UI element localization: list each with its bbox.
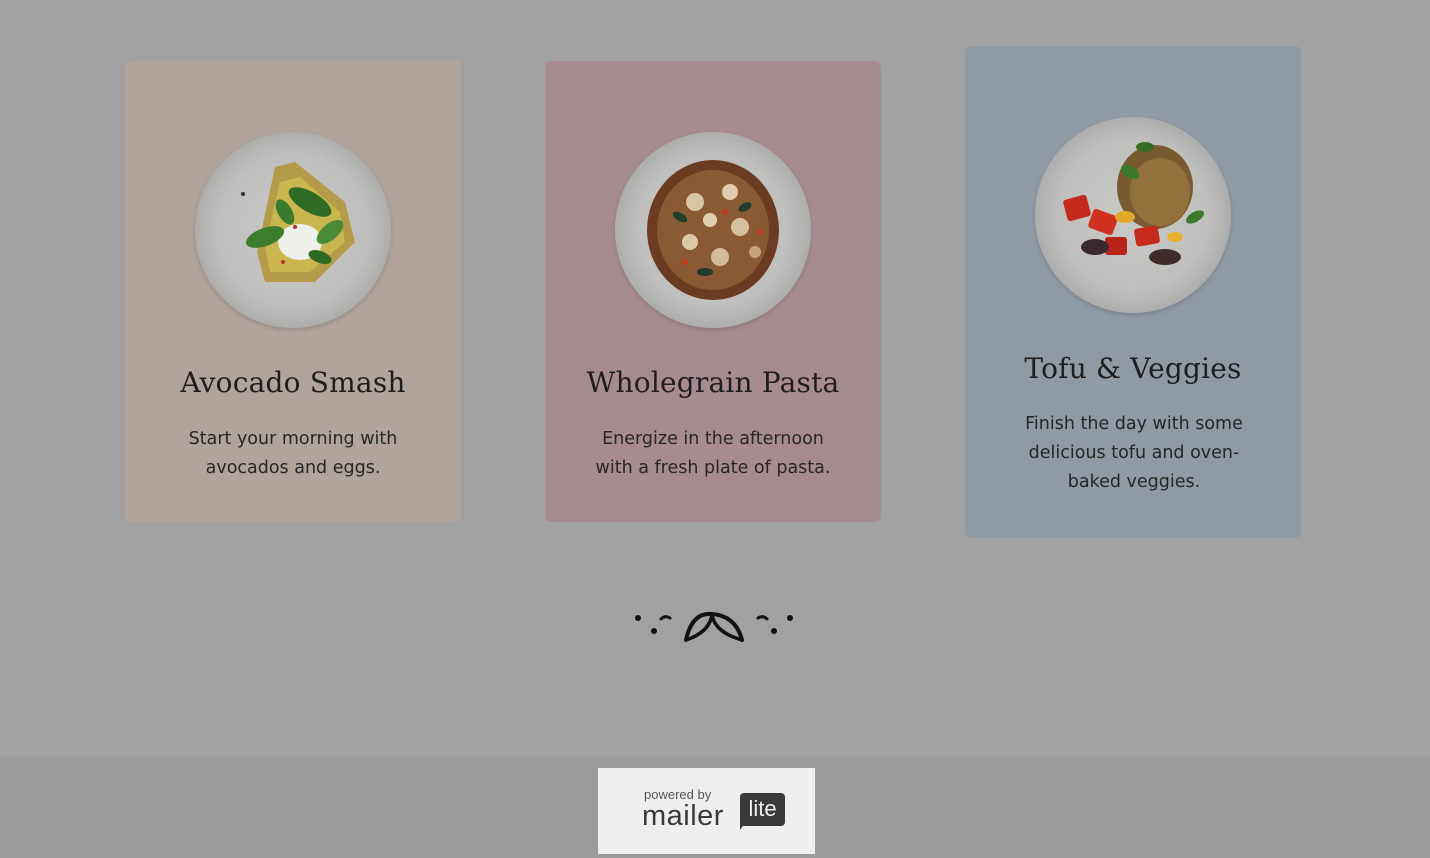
lite-badge: lite bbox=[740, 793, 785, 826]
recipe-card-avocado[interactable]: Avocado Smash Start your morning with av… bbox=[125, 61, 461, 522]
leaf-dots-divider-icon bbox=[632, 606, 796, 646]
mailer-wordmark: mailer bbox=[642, 800, 724, 832]
recipe-card-pasta[interactable]: Wholegrain Pasta Energize in the afterno… bbox=[545, 61, 881, 522]
card-description: Energize in the afternoon with a fresh p… bbox=[595, 429, 831, 478]
card-title: Wholegrain Pasta bbox=[586, 366, 840, 399]
card-title: Tofu & Veggies bbox=[1024, 352, 1242, 385]
lite-badge-tail bbox=[740, 822, 746, 830]
recipe-card-tofu[interactable]: Tofu & Veggies Finish the day with some … bbox=[965, 46, 1301, 538]
card-description: Finish the day with some delicious tofu … bbox=[1025, 414, 1243, 492]
card-description: Start your morning with avocados and egg… bbox=[188, 429, 398, 478]
wholegrain-pasta-image bbox=[615, 132, 811, 328]
page: Avocado Smash Start your morning with av… bbox=[0, 0, 1430, 858]
mailerlite-badge[interactable]: powered by mailer lite bbox=[598, 768, 815, 854]
tofu-veggies-image bbox=[1035, 117, 1231, 313]
card-title: Avocado Smash bbox=[180, 366, 406, 399]
avocado-toast-image bbox=[195, 132, 391, 328]
